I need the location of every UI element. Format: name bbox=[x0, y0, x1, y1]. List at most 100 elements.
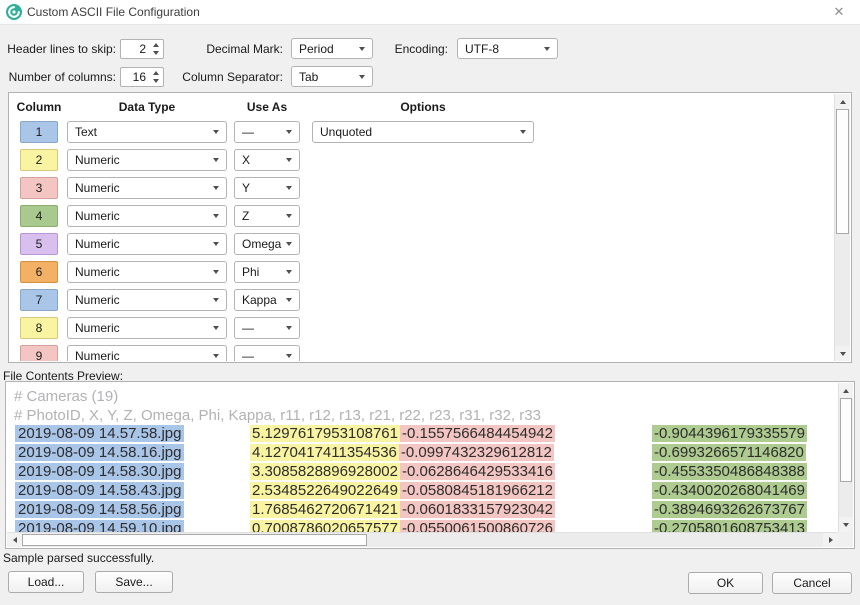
preview-z-cell: -0.6993266571146820 bbox=[652, 444, 806, 461]
encoding-label: Encoding: bbox=[390, 39, 448, 59]
chevron-down-icon bbox=[213, 242, 219, 246]
preview-filename-cell: 2019-08-09 14.59.10.jpg bbox=[15, 520, 184, 532]
data-type-select[interactable]: Numeric bbox=[67, 205, 227, 227]
chevron-down-icon bbox=[520, 130, 526, 134]
scroll-up-icon[interactable] bbox=[839, 383, 853, 398]
chevron-down-icon bbox=[359, 47, 365, 51]
chevron-down-icon bbox=[286, 270, 292, 274]
header-data-type: Data Type bbox=[119, 100, 175, 114]
data-type-select[interactable]: Numeric bbox=[67, 149, 227, 171]
header-lines-label: Header lines to skip: bbox=[4, 39, 116, 59]
chevron-down-icon bbox=[213, 158, 219, 162]
use-as-select[interactable]: — bbox=[234, 345, 300, 361]
column-number-badge: 9 bbox=[20, 345, 58, 361]
chevron-down-icon bbox=[286, 242, 292, 246]
preview-y-cell: -0.0601833157923042 bbox=[400, 501, 555, 518]
status-message: Sample parsed successfully. bbox=[3, 551, 154, 565]
number-of-columns-spinner[interactable]: 16 bbox=[120, 67, 164, 87]
scroll-right-icon[interactable] bbox=[823, 533, 838, 547]
spinner-up-icon[interactable] bbox=[149, 41, 162, 49]
column-config-row: 4 Numeric Z bbox=[20, 205, 834, 227]
scroll-left-icon[interactable] bbox=[7, 533, 22, 547]
header-column: Column bbox=[17, 100, 62, 114]
chevron-down-icon bbox=[286, 130, 292, 134]
preview-x-cell: 1.7685462720671421 bbox=[250, 501, 400, 518]
preview-y-cell: -0.1557566484454942 bbox=[400, 425, 555, 442]
spinner-up-icon[interactable] bbox=[149, 69, 162, 77]
preview-data-row: 2019-08-09 14.58.16.jpg 4.12704174113545… bbox=[14, 444, 837, 463]
chevron-down-icon bbox=[213, 354, 219, 358]
scrollbar-thumb[interactable] bbox=[22, 534, 367, 546]
scrollbar-thumb[interactable] bbox=[836, 109, 849, 234]
preview-vertical-scrollbar[interactable] bbox=[838, 383, 853, 532]
scroll-down-icon[interactable] bbox=[839, 517, 853, 532]
preview-filename-cell: 2019-08-09 14.58.43.jpg bbox=[15, 482, 184, 499]
use-as-select[interactable]: Y bbox=[234, 177, 300, 199]
data-type-select[interactable]: Numeric bbox=[67, 233, 227, 255]
decimal-mark-select[interactable]: Period bbox=[291, 38, 373, 59]
spinner-down-icon[interactable] bbox=[149, 77, 162, 85]
preview-horizontal-scrollbar[interactable] bbox=[7, 532, 838, 547]
columns-rows: 1 Text — Unquoted 2 bbox=[10, 121, 834, 361]
close-icon[interactable]: ✕ bbox=[826, 0, 852, 24]
decimal-mark-value: Period bbox=[299, 39, 334, 58]
decimal-mark-label: Decimal Mark: bbox=[180, 39, 283, 59]
options-select[interactable]: Unquoted bbox=[312, 121, 534, 143]
preview-z-cell: -0.2705801608753413 bbox=[652, 520, 807, 532]
encoding-select[interactable]: UTF-8 bbox=[457, 38, 558, 59]
data-type-select[interactable]: Numeric bbox=[67, 289, 227, 311]
preview-x-cell: 3.3085828896928002 bbox=[250, 463, 400, 480]
preview-comment-line: # PhotoID, X, Y, Z, Omega, Phi, Kappa, r… bbox=[14, 406, 837, 425]
preview-y-cell: -0.0550061500860726 bbox=[400, 520, 555, 532]
column-config-row: 6 Numeric Phi bbox=[20, 261, 834, 283]
data-type-select[interactable]: Numeric bbox=[67, 317, 227, 339]
use-as-select[interactable]: Kappa bbox=[234, 289, 300, 311]
cancel-button[interactable]: Cancel bbox=[772, 572, 852, 594]
chevron-down-icon bbox=[286, 214, 292, 218]
scroll-up-icon[interactable] bbox=[835, 94, 850, 109]
chevron-down-icon bbox=[213, 270, 219, 274]
spinner-down-icon[interactable] bbox=[149, 49, 162, 57]
scrollbar-corner bbox=[838, 532, 853, 547]
header-options: Options bbox=[400, 100, 445, 114]
chevron-down-icon bbox=[286, 186, 292, 190]
data-type-select[interactable]: Numeric bbox=[67, 177, 227, 199]
use-as-select[interactable]: Omega bbox=[234, 233, 300, 255]
data-type-select[interactable]: Numeric bbox=[67, 345, 227, 361]
column-config-row: 5 Numeric Omega bbox=[20, 233, 834, 255]
preview-filename-cell: 2019-08-09 14.58.16.jpg bbox=[15, 444, 184, 461]
ok-button[interactable]: OK bbox=[688, 572, 763, 594]
column-config-row: 3 Numeric Y bbox=[20, 177, 834, 199]
scroll-down-icon[interactable] bbox=[835, 346, 850, 361]
chevron-down-icon bbox=[213, 326, 219, 330]
preview-x-cell: 2.5348522649022649 bbox=[250, 482, 400, 499]
preview-text: # Cameras (19) # PhotoID, X, Y, Z, Omega… bbox=[7, 383, 837, 532]
use-as-select[interactable]: Phi bbox=[234, 261, 300, 283]
preview-comment-line: # Cameras (19) bbox=[14, 387, 837, 406]
use-as-select[interactable]: — bbox=[234, 317, 300, 339]
data-type-select[interactable]: Text bbox=[67, 121, 227, 143]
load-button[interactable]: Load... bbox=[8, 571, 84, 593]
column-config-row: 1 Text — Unquoted bbox=[20, 121, 834, 143]
chevron-down-icon bbox=[544, 47, 550, 51]
window-title: Custom ASCII File Configuration bbox=[27, 0, 200, 24]
save-button[interactable]: Save... bbox=[95, 571, 173, 593]
title-bar: Custom ASCII File Configuration ✕ bbox=[0, 0, 860, 25]
scrollbar-thumb[interactable] bbox=[840, 398, 852, 482]
use-as-select[interactable]: — bbox=[234, 121, 300, 143]
use-as-select[interactable]: X bbox=[234, 149, 300, 171]
column-number-badge: 2 bbox=[20, 149, 58, 171]
header-lines-spinner[interactable]: 2 bbox=[120, 39, 164, 59]
preview-z-cell: -0.4553350486848388 bbox=[652, 463, 807, 480]
preview-z-cell: -0.3894693262673767 bbox=[652, 501, 807, 518]
header-use-as: Use As bbox=[247, 100, 287, 114]
column-separator-select[interactable]: Tab bbox=[291, 66, 373, 87]
number-of-columns-value: 16 bbox=[133, 68, 146, 86]
header-lines-value: 2 bbox=[139, 40, 146, 58]
data-type-select[interactable]: Numeric bbox=[67, 261, 227, 283]
column-number-badge: 3 bbox=[20, 177, 58, 199]
columns-scrollbar[interactable] bbox=[834, 94, 850, 361]
preview-data-row: 2019-08-09 14.58.30.jpg 3.30858288969280… bbox=[14, 463, 837, 482]
preview-y-cell: -0.0580845181966212 bbox=[400, 482, 555, 499]
use-as-select[interactable]: Z bbox=[234, 205, 300, 227]
